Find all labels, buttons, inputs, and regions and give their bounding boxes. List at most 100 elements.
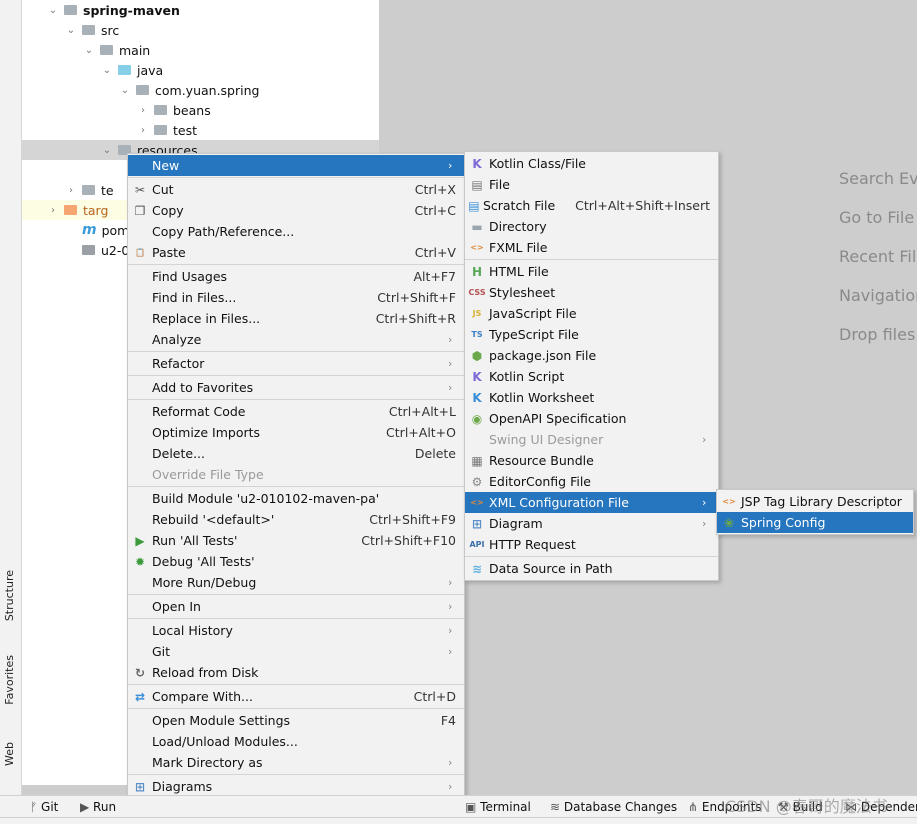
- menu-item-fxml-file[interactable]: <> FXML File: [465, 237, 718, 258]
- menu-item-copy[interactable]: ❐ Copy Ctrl+C: [128, 200, 464, 221]
- tree-item-main[interactable]: ⌄ main: [22, 40, 379, 60]
- web-tab[interactable]: Web: [3, 742, 16, 766]
- menu-item-javascript-file[interactable]: JS JavaScript File: [465, 303, 718, 324]
- tree-item-src[interactable]: ⌄ src: [22, 20, 379, 40]
- menu-item-swing-ui-designer: Swing UI Designer ›: [465, 429, 718, 450]
- new-submenu: K Kotlin Class/File ▤ File ▤ Scratch File Ctrl…: [464, 151, 719, 581]
- menu-item-editorconfig-file[interactable]: ⚙ EditorConfig File: [465, 471, 718, 492]
- menu-item-kotlin-class-file[interactable]: K Kotlin Class/File: [465, 153, 718, 174]
- menu-item-label: Kotlin Script: [489, 369, 565, 384]
- tree-item-label: test: [173, 122, 198, 138]
- chevron-down-icon[interactable]: ⌄: [100, 145, 114, 156]
- menu-item-diagram[interactable]: ⊞ Diagram ›: [465, 513, 718, 534]
- menu-item-debug-all-tests[interactable]: ✹ Debug 'All Tests': [128, 551, 464, 572]
- menu-item-build-module-u2-010102-maven-pa[interactable]: Build Module 'u2-010102-maven-pa': [128, 488, 464, 509]
- structure-tab[interactable]: Structure: [3, 570, 16, 621]
- chevron-down-icon[interactable]: ⌄: [46, 5, 60, 16]
- tree-item-label: main: [119, 42, 151, 58]
- menu-item-cut[interactable]: ✂ Cut Ctrl+X: [128, 179, 464, 200]
- menu-item-local-history[interactable]: Local History ›: [128, 620, 464, 641]
- menu-item-mark-directory-as[interactable]: Mark Directory as ›: [128, 752, 464, 773]
- menu-item-load-unload-modules[interactable]: Load/Unload Modules...: [128, 731, 464, 752]
- menu-item-label: More Run/Debug: [152, 575, 257, 590]
- menu-item-label: File: [489, 177, 510, 192]
- compare-icon: ⇄: [134, 689, 146, 704]
- menu-item-copy-path-reference[interactable]: Copy Path/Reference...: [128, 221, 464, 242]
- menu-item-html-file[interactable]: H HTML File: [465, 261, 718, 282]
- menu-item-optimize-imports[interactable]: Optimize Imports Ctrl+Alt+O: [128, 422, 464, 443]
- menu-item-add-to-favorites[interactable]: Add to Favorites ›: [128, 377, 464, 398]
- menu-item-more-run-debug[interactable]: More Run/Debug ›: [128, 572, 464, 593]
- menu-item-package-json-file[interactable]: ⬢ package.json File: [465, 345, 718, 366]
- menu-item-find-usages[interactable]: Find Usages Alt+F7: [128, 266, 464, 287]
- menu-item-reload-from-disk[interactable]: ↻ Reload from Disk: [128, 662, 464, 683]
- tree-item-com-yuan-spring[interactable]: ⌄ com.yuan.spring: [22, 80, 379, 100]
- menu-item-kotlin-script[interactable]: K Kotlin Script: [465, 366, 718, 387]
- menu-item-label: Diagrams: [152, 779, 213, 794]
- watermark: CSDN @春哥的魔法书: [725, 797, 888, 816]
- menu-item-rebuild-default[interactable]: Rebuild '<default>' Ctrl+Shift+F9: [128, 509, 464, 530]
- ts-icon: TS: [471, 330, 483, 339]
- menu-item-label: New: [152, 158, 180, 173]
- chevron-right-icon[interactable]: ›: [46, 205, 60, 216]
- menu-item-git[interactable]: Git ›: [128, 641, 464, 662]
- menu-item-scratch-file[interactable]: ▤ Scratch File Ctrl+Alt+Shift+Insert: [465, 195, 718, 216]
- menu-item-label: Run 'All Tests': [152, 533, 238, 548]
- menu-item-label: Debug 'All Tests': [152, 554, 255, 569]
- menu-item-run-all-tests[interactable]: ▶ Run 'All Tests' Ctrl+Shift+F10: [128, 530, 464, 551]
- menu-item-label: Build Module 'u2-010102-maven-pa': [152, 491, 380, 506]
- menu-item-compare-with[interactable]: ⇄ Compare With... Ctrl+D: [128, 686, 464, 707]
- menu-item-spring-config[interactable]: ❀ Spring Config: [717, 512, 913, 533]
- chevron-down-icon[interactable]: ⌄: [64, 25, 78, 36]
- bottom-tab-git[interactable]: ᚠ Git: [30, 800, 58, 814]
- diagram-icon: ⊞: [134, 779, 146, 794]
- menu-item-typescript-file[interactable]: TS TypeScript File: [465, 324, 718, 345]
- menu-item-delete[interactable]: Delete... Delete: [128, 443, 464, 464]
- menu-item-reformat-code[interactable]: Reformat Code Ctrl+Alt+L: [128, 401, 464, 422]
- endpoints-icon: ⋔: [688, 800, 702, 814]
- terminal-icon: ▣: [465, 800, 481, 814]
- menu-item-open-in[interactable]: Open In ›: [128, 596, 464, 617]
- tree-item-label: java: [137, 62, 164, 78]
- menu-item-label: Paste: [152, 245, 186, 260]
- menu-item-openapi-specification[interactable]: ◉ OpenAPI Specification: [465, 408, 718, 429]
- shortcut: Ctrl+Shift+F9: [369, 512, 456, 527]
- menu-item-paste[interactable]: 📋 Paste Ctrl+V: [128, 242, 464, 263]
- bottom-tab-database-changes[interactable]: ≋ Database Changes: [550, 800, 677, 814]
- menu-item-label: Override File Type: [152, 467, 264, 482]
- tree-item-beans[interactable]: › beans: [22, 100, 379, 120]
- chevron-down-icon[interactable]: ⌄: [100, 65, 114, 76]
- bottom-tab-terminal[interactable]: ▣ Terminal: [465, 800, 531, 814]
- tree-item-test[interactable]: › test: [22, 120, 379, 140]
- bottom-tab-run[interactable]: ▶ Run: [80, 800, 116, 814]
- menu-item-http-request[interactable]: API HTTP Request: [465, 534, 718, 555]
- menu-item-diagrams[interactable]: ⊞ Diagrams ›: [128, 776, 464, 797]
- folder-icon: [100, 45, 113, 55]
- menu-item-data-source-in-path[interactable]: ≋ Data Source in Path: [465, 558, 718, 579]
- chevron-right-icon[interactable]: ›: [136, 125, 150, 136]
- chevron-right-icon[interactable]: ›: [136, 105, 150, 116]
- menu-item-analyze[interactable]: Analyze ›: [128, 329, 464, 350]
- bottom-tab-label: Run: [93, 800, 117, 814]
- chevron-right-icon[interactable]: ›: [64, 185, 78, 196]
- menu-item-xml-configuration-file[interactable]: <> XML Configuration File ›: [465, 492, 718, 513]
- menu-item-resource-bundle[interactable]: ▦ Resource Bundle: [465, 450, 718, 471]
- menu-item-file[interactable]: ▤ File: [465, 174, 718, 195]
- tree-item-spring-maven[interactable]: ⌄ spring-maven: [22, 0, 379, 20]
- menu-item-replace-in-files[interactable]: Replace in Files... Ctrl+Shift+R: [128, 308, 464, 329]
- menu-item-new[interactable]: New ›: [128, 155, 464, 176]
- menu-item-label: Add to Favorites: [152, 380, 254, 395]
- menu-item-jsp-tag-library-descriptor[interactable]: <> JSP Tag Library Descriptor: [717, 491, 913, 512]
- chevron-down-icon[interactable]: ⌄: [118, 85, 132, 96]
- menu-item-directory[interactable]: ▬ Directory: [465, 216, 718, 237]
- menu-item-refactor[interactable]: Refactor ›: [128, 353, 464, 374]
- tree-item-label: src: [101, 22, 120, 38]
- menu-item-stylesheet[interactable]: CSS Stylesheet: [465, 282, 718, 303]
- favorites-tab[interactable]: Favorites: [3, 655, 16, 705]
- tree-item-java[interactable]: ⌄ java: [22, 60, 379, 80]
- menu-item-kotlin-worksheet[interactable]: K Kotlin Worksheet: [465, 387, 718, 408]
- menu-item-label: Scratch File: [482, 198, 556, 213]
- menu-item-find-in-files[interactable]: Find in Files... Ctrl+Shift+F: [128, 287, 464, 308]
- chevron-down-icon[interactable]: ⌄: [82, 45, 96, 56]
- menu-item-open-module-settings[interactable]: Open Module Settings F4: [128, 710, 464, 731]
